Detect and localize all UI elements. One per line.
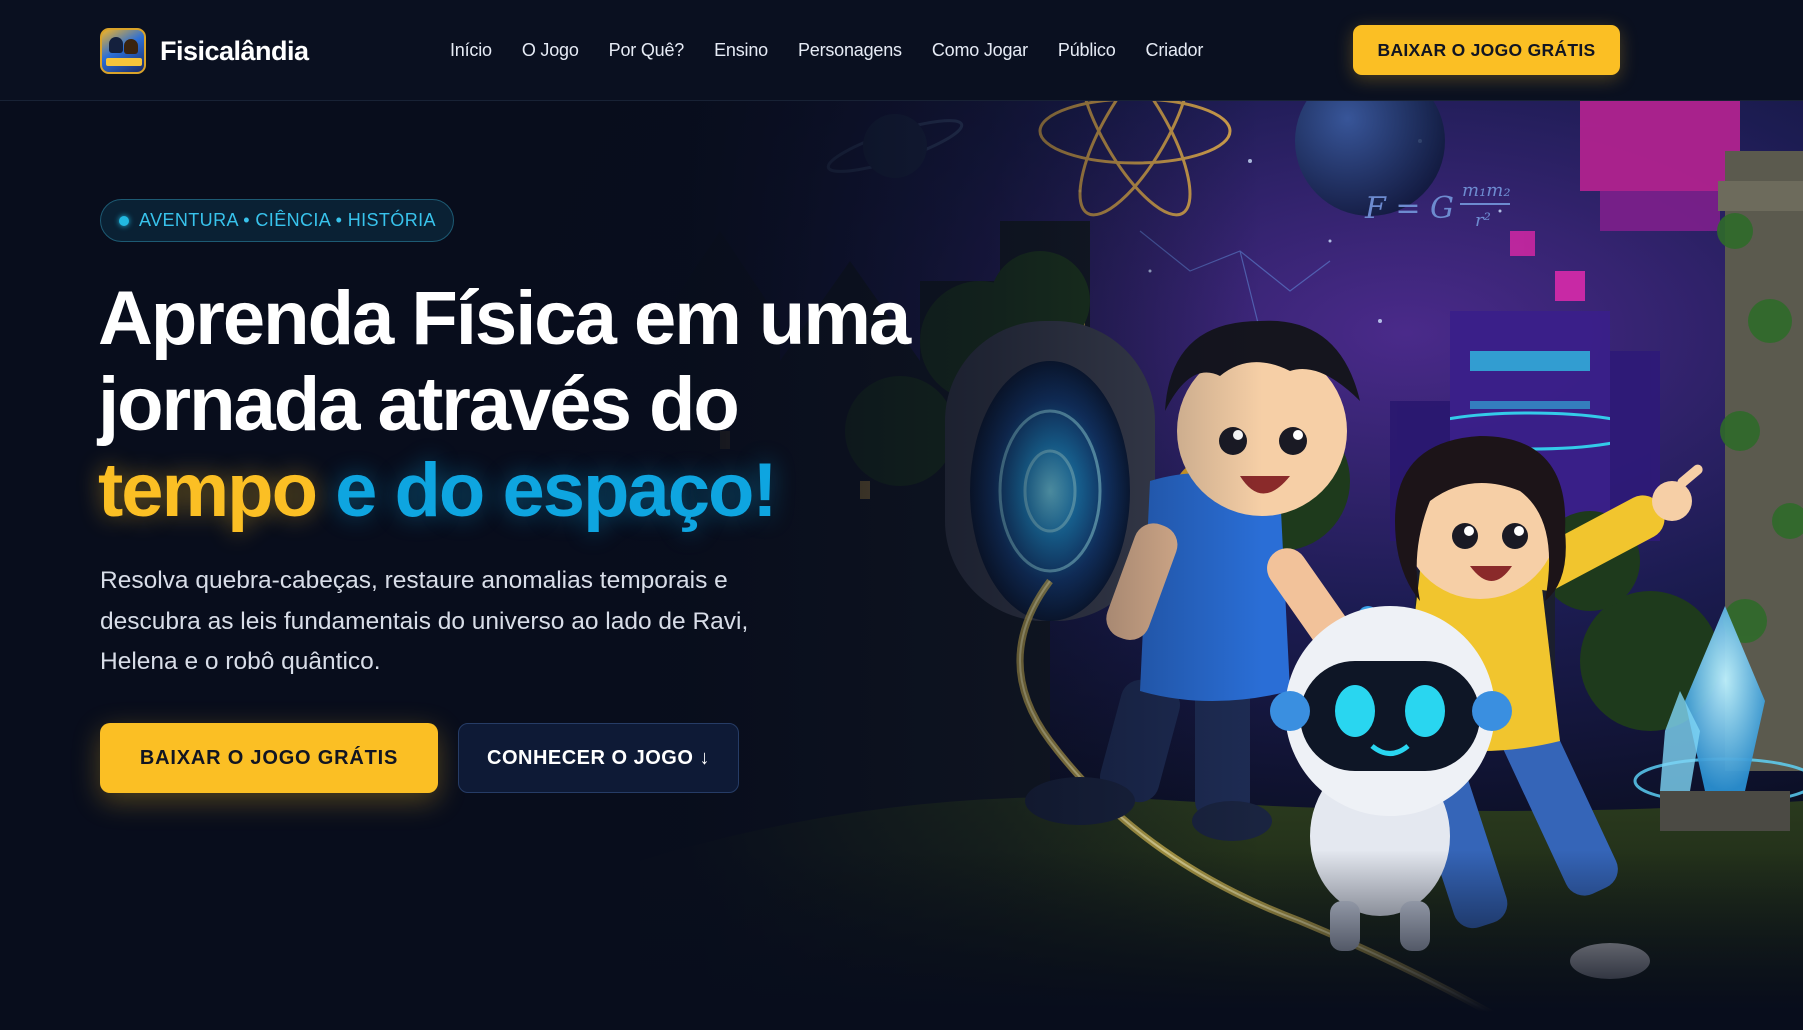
game-logo-icon <box>100 28 146 74</box>
hero-headline: Aprenda Física em uma jornada através do… <box>98 276 998 534</box>
nav-item-o-jogo[interactable]: O Jogo <box>522 40 579 61</box>
site-header: Fisicalândia Início O Jogo Por Quê? Ensi… <box>0 0 1803 101</box>
landing-page: F = G m₁m₂ r² <box>0 0 1803 1030</box>
headline-line-2: jornada através do <box>98 362 740 447</box>
brand-link[interactable]: Fisicalândia <box>100 28 309 74</box>
nav-item-ensino[interactable]: Ensino <box>714 40 768 61</box>
brand-name: Fisicalândia <box>160 35 309 66</box>
headline-line-1: Aprenda Física em uma <box>98 276 911 361</box>
hero-bottom-fade <box>0 850 1803 1030</box>
nav-item-por-que[interactable]: Por Quê? <box>609 40 685 61</box>
nav-item-personagens[interactable]: Personagens <box>798 40 902 61</box>
hero-subtitle: Resolva quebra-cabeças, restaure anomali… <box>100 567 749 675</box>
nav-item-publico[interactable]: Público <box>1058 40 1116 61</box>
badge-dot-icon <box>119 215 129 226</box>
header-download-button[interactable]: BAIXAR O JOGO GRÁTIS <box>1353 25 1620 75</box>
nav-item-como-jogar[interactable]: Como Jogar <box>932 40 1028 61</box>
main-nav: Início O Jogo Por Quê? Ensino Personagen… <box>450 40 1233 61</box>
headline-line-3: tempo e do espaço! <box>98 448 998 534</box>
hero-learn-more-button[interactable]: CONHECER O JOGO ↓ <box>458 723 739 793</box>
nav-item-inicio[interactable]: Início <box>450 40 492 61</box>
hero-download-button[interactable]: BAIXAR O JOGO GRÁTIS <box>100 723 438 793</box>
hero-badge-text: AVENTURA • CIÊNCIA • HISTÓRIA <box>139 210 436 230</box>
headline-highlight-time: tempo <box>98 448 318 533</box>
headline-highlight-space: e do espaço! <box>335 448 778 533</box>
nav-item-criador[interactable]: Criador <box>1146 40 1204 61</box>
hero-badge: AVENTURA • CIÊNCIA • HISTÓRIA <box>100 199 454 242</box>
